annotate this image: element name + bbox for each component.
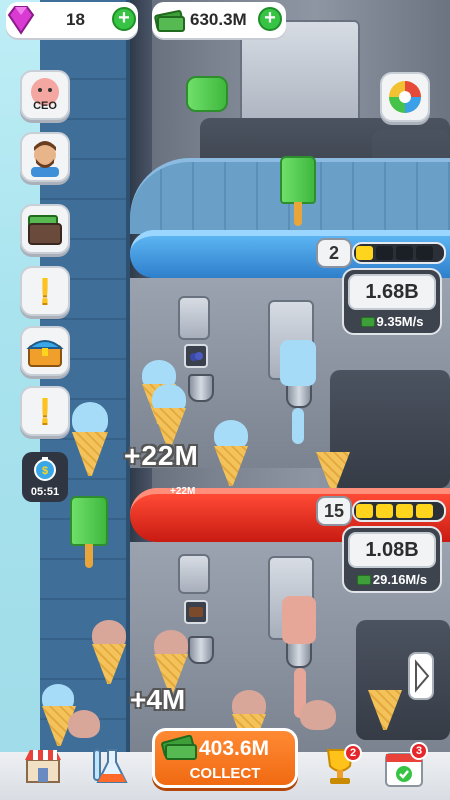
earning-popup-bottom: +4M: [130, 684, 186, 715]
blue-scoop: [214, 420, 248, 450]
ceo-label: CEO: [33, 100, 57, 112]
briefcase-button[interactable]: [20, 204, 70, 254]
treasure-chest-button[interactable]: [20, 326, 70, 376]
earning-popup-small: +22M: [170, 486, 196, 497]
floor-2-stats-panel[interactable]: 1.08B 29.16M/s: [342, 526, 442, 593]
floor-1-rate-text: 9.35M/s: [376, 314, 424, 329]
popsicle-stick: [85, 544, 93, 568]
lab-button[interactable]: [88, 744, 130, 788]
alert-button-1[interactable]: !: [20, 266, 70, 316]
cash-counter: 630.3M +: [152, 2, 286, 38]
floor-2-side-dispenser: [178, 554, 210, 594]
progress-segment: [416, 246, 433, 260]
cash-stack-icon: [161, 735, 197, 760]
alert-button-2[interactable]: !: [20, 386, 70, 436]
progress-segment: [376, 246, 393, 260]
floor-2-level[interactable]: 15: [316, 496, 352, 526]
floor-1-rate: 9.35M/s: [348, 314, 436, 329]
manager-button[interactable]: [20, 132, 70, 182]
briefcase-cash-icon: [28, 215, 62, 245]
progress-segment: [396, 246, 413, 260]
cash-icon: [154, 10, 185, 32]
flask-icon: [93, 749, 128, 783]
floor-2-housing: [356, 620, 450, 740]
trophy-badge: 2: [344, 744, 362, 762]
progress-segment: [376, 504, 393, 518]
svg-text:$: $: [42, 465, 48, 477]
cash-mini-icon: [356, 575, 371, 585]
floor-1-level[interactable]: 2: [316, 238, 352, 268]
timer-boost-button[interactable]: $ 05:51: [22, 452, 68, 502]
floor-1-stats-panel[interactable]: 1.68B 9.35M/s: [342, 268, 442, 335]
floor-1-stream: [280, 340, 316, 386]
color-wheel-button[interactable]: [380, 72, 430, 122]
collect-label: COLLECT: [189, 765, 261, 782]
blueberry-icon: [184, 344, 208, 368]
timer-text: 05:51: [30, 486, 60, 498]
gems-value: 18: [66, 10, 85, 29]
shop-button[interactable]: [22, 744, 64, 786]
collect-button[interactable]: 403.6M COLLECT: [152, 728, 298, 788]
color-wheel-icon: [389, 81, 421, 113]
blue-scoop: [72, 402, 108, 436]
ceo-button[interactable]: CEO: [20, 70, 70, 120]
next-floor-button[interactable]: [408, 652, 434, 700]
floor-2-nozzle-right: [286, 640, 312, 668]
stopwatch-icon: $: [34, 457, 56, 481]
progress-segment: [416, 504, 433, 518]
treasure-chest-icon: [26, 340, 64, 367]
add-gems-button[interactable]: +: [112, 7, 136, 31]
floor-2-rate: 29.16M/s: [348, 572, 436, 587]
popsicle-stick: [294, 202, 302, 226]
floor-1-nozzle-left: [188, 374, 214, 402]
gem-icon: [7, 6, 35, 35]
progress-segment: [356, 246, 373, 260]
exclamation-icon: !: [39, 270, 51, 311]
add-cash-button[interactable]: +: [258, 7, 282, 31]
cash-mini-icon: [360, 317, 375, 327]
chocolate-scoop: [68, 710, 100, 738]
progress-segment: [356, 504, 373, 518]
floor-1-housing: [330, 370, 450, 488]
trophy-button[interactable]: 2: [318, 744, 362, 788]
chevron-right-icon: [415, 659, 430, 693]
shop-icon: [25, 750, 61, 783]
earning-popup-large: +22M: [124, 440, 199, 471]
chocolate-icon: [184, 600, 208, 624]
green-popsicle-top: [186, 76, 228, 112]
daily-calendar-button[interactable]: 3: [382, 742, 428, 790]
floor-2-rate-text: 29.16M/s: [372, 572, 428, 587]
floor-2-progress-bar: [352, 500, 446, 522]
progress-segment: [396, 504, 413, 518]
green-popsicle-belt: [280, 156, 316, 204]
green-popsicle-left: [70, 496, 108, 546]
cash-value: 630.3M: [190, 10, 247, 29]
floor-2-stored-value: 1.08B: [348, 532, 436, 568]
floor-1-progress-bar: [352, 242, 446, 264]
floor-2-nozzle-left: [188, 636, 214, 664]
floor-1-stored-value: 1.68B: [348, 274, 436, 310]
calendar-badge: 3: [410, 742, 428, 760]
gems-counter: 18 +: [6, 2, 138, 38]
exclamation-icon: !: [39, 390, 51, 431]
floor-1-drip: [292, 408, 304, 444]
floor-1-side-dispenser: [178, 296, 210, 340]
manager-avatar-icon: [31, 141, 59, 177]
floor-2-stream: [282, 596, 316, 644]
chocolate-scoop: [300, 700, 336, 730]
collect-amount: 403.6M: [199, 737, 270, 760]
